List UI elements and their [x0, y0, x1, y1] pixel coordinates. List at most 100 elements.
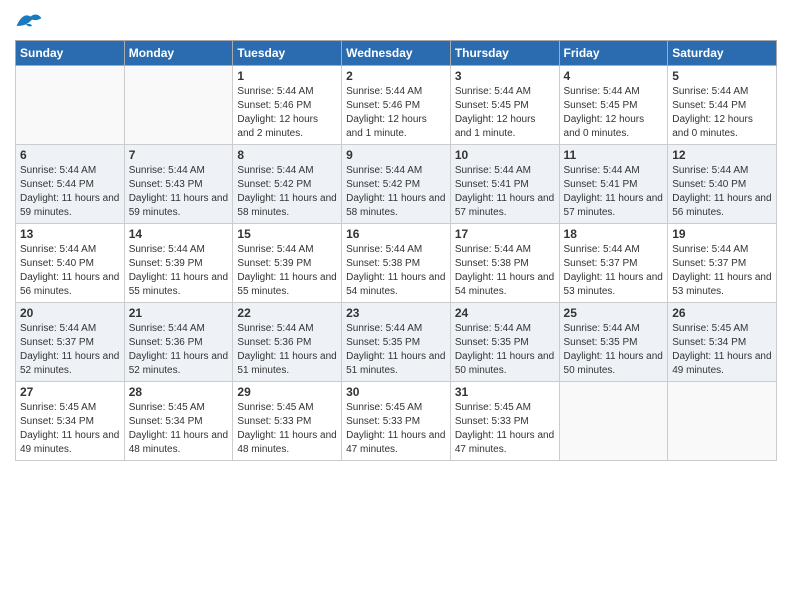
col-header-monday: Monday: [124, 41, 233, 66]
day-number: 25: [564, 306, 664, 320]
day-info: Sunrise: 5:45 AMSunset: 5:33 PMDaylight:…: [346, 401, 446, 457]
day-info: Sunrise: 5:44 AMSunset: 5:35 PMDaylight:…: [346, 322, 446, 378]
day-info: Sunrise: 5:44 AMSunset: 5:40 PMDaylight:…: [20, 243, 120, 299]
day-info: Sunrise: 5:44 AMSunset: 5:42 PMDaylight:…: [346, 164, 446, 220]
day-number: 29: [237, 385, 337, 399]
calendar-week-4: 20 Sunrise: 5:44 AMSunset: 5:37 PMDayligh…: [16, 303, 777, 382]
day-number: 14: [129, 227, 229, 241]
day-info: Sunrise: 5:44 AMSunset: 5:35 PMDaylight:…: [455, 322, 555, 378]
day-info: Sunrise: 5:44 AMSunset: 5:43 PMDaylight:…: [129, 164, 229, 220]
day-number: 6: [20, 148, 120, 162]
day-number: 13: [20, 227, 120, 241]
day-info: Sunrise: 5:44 AMSunset: 5:45 PMDaylight:…: [455, 85, 555, 141]
day-info: Sunrise: 5:44 AMSunset: 5:37 PMDaylight:…: [564, 243, 664, 299]
col-header-friday: Friday: [559, 41, 668, 66]
calendar-cell: 1 Sunrise: 5:44 AMSunset: 5:46 PMDaylight…: [233, 66, 342, 145]
day-info: Sunrise: 5:45 AMSunset: 5:33 PMDaylight:…: [237, 401, 337, 457]
col-header-tuesday: Tuesday: [233, 41, 342, 66]
day-info: Sunrise: 5:44 AMSunset: 5:46 PMDaylight:…: [237, 85, 337, 141]
col-header-wednesday: Wednesday: [342, 41, 451, 66]
day-number: 21: [129, 306, 229, 320]
calendar-cell: 14 Sunrise: 5:44 AMSunset: 5:39 PMDayligh…: [124, 224, 233, 303]
day-info: Sunrise: 5:44 AMSunset: 5:39 PMDaylight:…: [129, 243, 229, 299]
day-number: 15: [237, 227, 337, 241]
day-info: Sunrise: 5:44 AMSunset: 5:45 PMDaylight:…: [564, 85, 664, 141]
calendar-cell: 5Sunrise: 5:44 AMSunset: 5:44 PMDaylight…: [668, 66, 777, 145]
calendar-cell: 10Sunrise: 5:44 AMSunset: 5:41 PMDayligh…: [450, 145, 559, 224]
day-number: 28: [129, 385, 229, 399]
day-info: Sunrise: 5:44 AMSunset: 5:37 PMDaylight:…: [672, 243, 772, 299]
calendar-cell: 8 Sunrise: 5:44 AMSunset: 5:42 PMDaylight…: [233, 145, 342, 224]
day-info: Sunrise: 5:44 AMSunset: 5:46 PMDaylight:…: [346, 85, 446, 141]
day-number: 26: [672, 306, 772, 320]
col-header-thursday: Thursday: [450, 41, 559, 66]
calendar-header-row: SundayMondayTuesdayWednesdayThursdayFrid…: [16, 41, 777, 66]
calendar-cell: 21 Sunrise: 5:44 AMSunset: 5:36 PMDayligh…: [124, 303, 233, 382]
day-info: Sunrise: 5:44 AMSunset: 5:44 PMDaylight:…: [20, 164, 120, 220]
col-header-sunday: Sunday: [16, 41, 125, 66]
day-info: Sunrise: 5:45 AMSunset: 5:33 PMDaylight:…: [455, 401, 555, 457]
day-number: 11: [564, 148, 664, 162]
day-number: 9: [346, 148, 446, 162]
calendar-cell: 19 Sunrise: 5:44 AMSunset: 5:37 PMDayligh…: [668, 224, 777, 303]
day-info: Sunrise: 5:44 AMSunset: 5:38 PMDaylight:…: [455, 243, 555, 299]
day-number: 17: [455, 227, 555, 241]
day-number: 8: [237, 148, 337, 162]
calendar-cell: 31 Sunrise: 5:45 AMSunset: 5:33 PMDayligh…: [450, 382, 559, 461]
calendar-cell: 4 Sunrise: 5:44 AMSunset: 5:45 PMDaylight…: [559, 66, 668, 145]
calendar-cell: 12Sunrise: 5:44 AMSunset: 5:40 PMDayligh…: [668, 145, 777, 224]
calendar-cell: 25 Sunrise: 5:44 AMSunset: 5:35 PMDayligh…: [559, 303, 668, 382]
day-number: 23: [346, 306, 446, 320]
calendar-cell: [668, 382, 777, 461]
day-info: Sunrise: 5:44 AMSunset: 5:41 PMDaylight:…: [455, 164, 555, 220]
calendar-cell: 29 Sunrise: 5:45 AMSunset: 5:33 PMDayligh…: [233, 382, 342, 461]
day-number: 24: [455, 306, 555, 320]
calendar-cell: 15 Sunrise: 5:44 AMSunset: 5:39 PMDayligh…: [233, 224, 342, 303]
calendar-cell: 23 Sunrise: 5:44 AMSunset: 5:35 PMDayligh…: [342, 303, 451, 382]
col-header-saturday: Saturday: [668, 41, 777, 66]
calendar-cell: 26 Sunrise: 5:45 AMSunset: 5:34 PMDayligh…: [668, 303, 777, 382]
day-info: Sunrise: 5:44 AMSunset: 5:35 PMDaylight:…: [564, 322, 664, 378]
day-number: 4: [564, 69, 664, 83]
calendar-cell: 27Sunrise: 5:45 AMSunset: 5:34 PMDayligh…: [16, 382, 125, 461]
calendar-cell: [559, 382, 668, 461]
day-number: 19: [672, 227, 772, 241]
calendar-cell: 7 Sunrise: 5:44 AMSunset: 5:43 PMDaylight…: [124, 145, 233, 224]
day-number: 2: [346, 69, 446, 83]
day-number: 30: [346, 385, 446, 399]
calendar-table: SundayMondayTuesdayWednesdayThursdayFrid…: [15, 40, 777, 461]
calendar-week-5: 27Sunrise: 5:45 AMSunset: 5:34 PMDayligh…: [16, 382, 777, 461]
logo-bird-icon: [15, 10, 43, 34]
day-number: 3: [455, 69, 555, 83]
day-info: Sunrise: 5:44 AMSunset: 5:36 PMDaylight:…: [129, 322, 229, 378]
calendar-cell: 6 Sunrise: 5:44 AMSunset: 5:44 PMDaylight…: [16, 145, 125, 224]
calendar-cell: 20 Sunrise: 5:44 AMSunset: 5:37 PMDayligh…: [16, 303, 125, 382]
day-info: Sunrise: 5:44 AMSunset: 5:36 PMDaylight:…: [237, 322, 337, 378]
calendar-cell: 11 Sunrise: 5:44 AMSunset: 5:41 PMDayligh…: [559, 145, 668, 224]
day-info: Sunrise: 5:44 AMSunset: 5:39 PMDaylight:…: [237, 243, 337, 299]
calendar-cell: [124, 66, 233, 145]
day-info: Sunrise: 5:44 AMSunset: 5:37 PMDaylight:…: [20, 322, 120, 378]
calendar-cell: 2 Sunrise: 5:44 AMSunset: 5:46 PMDaylight…: [342, 66, 451, 145]
calendar-week-1: 1 Sunrise: 5:44 AMSunset: 5:46 PMDaylight…: [16, 66, 777, 145]
calendar-cell: 17 Sunrise: 5:44 AMSunset: 5:38 PMDayligh…: [450, 224, 559, 303]
calendar-cell: 30 Sunrise: 5:45 AMSunset: 5:33 PMDayligh…: [342, 382, 451, 461]
day-number: 22: [237, 306, 337, 320]
day-number: 7: [129, 148, 229, 162]
day-info: Sunrise: 5:44 AMSunset: 5:42 PMDaylight:…: [237, 164, 337, 220]
calendar-cell: 24 Sunrise: 5:44 AMSunset: 5:35 PMDayligh…: [450, 303, 559, 382]
day-number: 16: [346, 227, 446, 241]
page: SundayMondayTuesdayWednesdayThursdayFrid…: [0, 0, 792, 612]
day-info: Sunrise: 5:44 AMSunset: 5:41 PMDaylight:…: [564, 164, 664, 220]
day-info: Sunrise: 5:45 AMSunset: 5:34 PMDaylight:…: [20, 401, 120, 457]
day-number: 12: [672, 148, 772, 162]
day-number: 31: [455, 385, 555, 399]
calendar-week-2: 6 Sunrise: 5:44 AMSunset: 5:44 PMDaylight…: [16, 145, 777, 224]
calendar-cell: 3 Sunrise: 5:44 AMSunset: 5:45 PMDaylight…: [450, 66, 559, 145]
calendar-cell: 18Sunrise: 5:44 AMSunset: 5:37 PMDayligh…: [559, 224, 668, 303]
calendar-cell: [16, 66, 125, 145]
day-info: Sunrise: 5:45 AMSunset: 5:34 PMDaylight:…: [672, 322, 772, 378]
calendar-cell: 22 Sunrise: 5:44 AMSunset: 5:36 PMDayligh…: [233, 303, 342, 382]
day-number: 20: [20, 306, 120, 320]
day-number: 1: [237, 69, 337, 83]
